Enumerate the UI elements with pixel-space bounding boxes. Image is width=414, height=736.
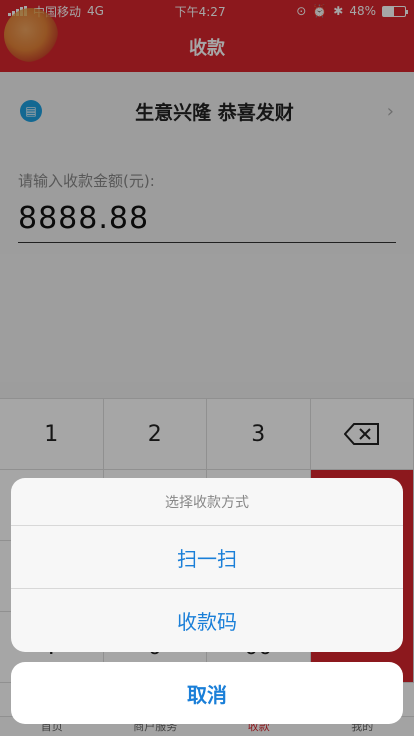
qr-code-option[interactable]: 收款码 <box>11 589 403 652</box>
cancel-button[interactable]: 取消 <box>11 662 403 724</box>
sheet-title: 选择收款方式 <box>11 478 403 526</box>
scan-option[interactable]: 扫一扫 <box>11 526 403 589</box>
payment-method-sheet: 选择收款方式 扫一扫 收款码 <box>11 478 403 652</box>
